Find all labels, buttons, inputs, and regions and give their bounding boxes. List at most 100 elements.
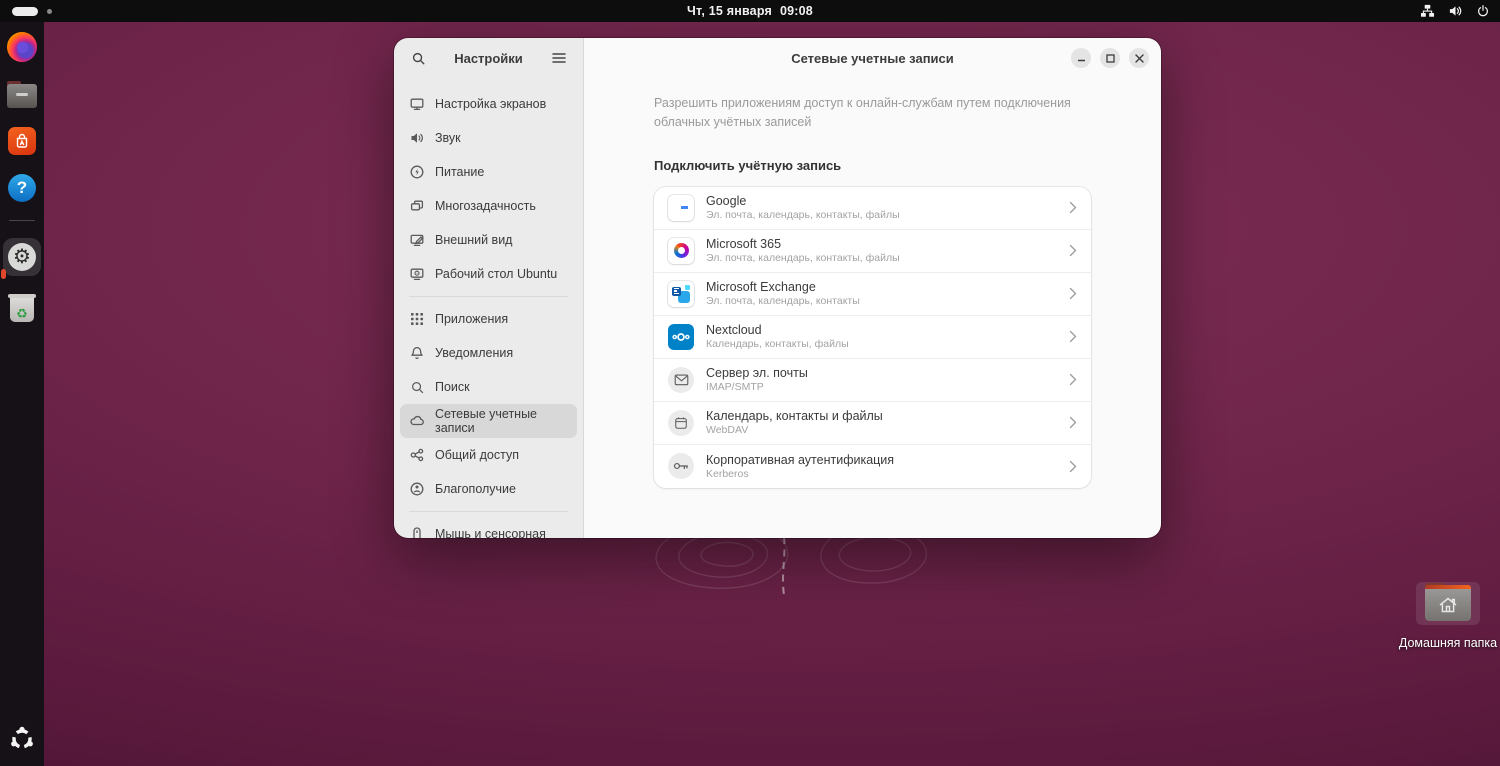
sidebar-item-online-accounts[interactable]: Сетевые учетные записи [400,404,577,438]
menu-button[interactable] [547,46,571,70]
sidebar-item-label: Многозадачность [435,199,536,213]
account-name: Корпоративная аутентификация [706,453,894,467]
account-desc: Kerberos [706,468,894,480]
sidebar-item-ubuntu-desktop[interactable]: Рабочий стол Ubuntu [400,257,577,291]
chevron-right-icon [1069,460,1077,473]
sidebar-item-appearance[interactable]: Внешний вид [400,223,577,257]
clock[interactable]: Чт, 15 января 09:08 [0,0,1500,22]
gear-icon: ⚙ [8,243,36,271]
account-desc: IMAP/SMTP [706,381,808,393]
chevron-right-icon [1069,373,1077,386]
microsoft-365-icon [668,238,694,264]
volume-icon [1448,4,1463,18]
multitasking-icon [409,198,425,214]
chevron-right-icon [1069,416,1077,429]
home-folder-desktop-icon[interactable]: Домашняя папка [1398,582,1498,650]
search-icon [409,379,425,395]
account-name: Nextcloud [706,323,849,337]
network-icon [1420,4,1435,18]
bell-icon [409,345,425,361]
wallpaper-contours [545,537,1025,615]
top-bar: Чт, 15 января 09:08 [0,0,1500,22]
files-icon[interactable] [7,79,37,109]
sidebar-item-label: Рабочий стол Ubuntu [435,267,557,281]
titlebar[interactable]: Сетевые учетные записи [584,38,1161,78]
show-apps-icon[interactable] [7,724,37,754]
chevron-right-icon [1069,244,1077,257]
share-icon [409,447,425,463]
accounts-card: Google Эл. почта, календарь, контакты, ф… [654,187,1091,488]
mouse-icon [409,526,425,538]
panel-content: Разрешить приложениям доступ к онлайн-сл… [584,78,1161,488]
sidebar-item-displays[interactable]: Настройка экранов [400,87,577,121]
sidebar-item-notifications[interactable]: Уведомления [400,336,577,370]
account-name: Google [706,194,900,208]
dock-separator [9,220,35,221]
clock-date: Чт, 15 января [687,4,772,18]
account-row-microsoft-exchange[interactable]: Microsoft Exchange Эл. почта, календарь,… [654,273,1091,316]
sidebar-item-power[interactable]: Питание [400,155,577,189]
account-desc: Эл. почта, календарь, контакты, файлы [706,209,900,221]
sidebar-item-apps[interactable]: Приложения [400,302,577,336]
sidebar-item-multitasking[interactable]: Многозадачность [400,189,577,223]
sidebar-divider [409,296,568,297]
sidebar-item-label: Питание [435,165,484,179]
account-row-nextcloud[interactable]: Nextcloud Календарь, контакты, файлы [654,316,1091,359]
close-button[interactable] [1129,48,1149,68]
settings-window: Настройки Настройка экранов [394,38,1161,538]
settings-icon[interactable]: ⚙ [3,238,41,276]
sidebar-item-label: Внешний вид [435,233,512,247]
account-desc: WebDAV [706,424,883,436]
account-name: Сервер эл. почты [706,366,808,380]
panel-description: Разрешить приложениям доступ к онлайн-сл… [654,94,1084,132]
sidebar-item-label: Настройка экранов [435,97,546,111]
google-icon [668,195,694,221]
maximize-button[interactable] [1100,48,1120,68]
microsoft-exchange-icon [668,281,694,307]
recycle-icon: ♻ [10,294,34,322]
desktop-screen: Чт, 15 января 09:08 [0,0,1500,766]
account-name: Microsoft 365 [706,237,900,251]
sidebar-item-label: Сетевые учетные записи [435,407,568,435]
sidebar-item-search[interactable]: Поиск [400,370,577,404]
clock-time: 09:08 [780,4,813,18]
account-row-google[interactable]: Google Эл. почта, календарь, контакты, ф… [654,187,1091,230]
wellbeing-icon [409,481,425,497]
sidebar-item-wellbeing[interactable]: Благополучие [400,472,577,506]
minimize-button[interactable] [1071,48,1091,68]
sidebar-item-mouse[interactable]: Мышь и сенсорная [400,517,577,538]
system-status-area[interactable] [1420,0,1490,22]
sidebar-item-sound[interactable]: Звук [400,121,577,155]
app-center-icon[interactable] [7,126,37,156]
account-row-mail-server[interactable]: Сервер эл. почты IMAP/SMTP [654,359,1091,402]
home-folder-icon [1416,582,1480,625]
nextcloud-icon [668,324,694,350]
window-title: Сетевые учетные записи [791,51,954,66]
sidebar-item-sharing[interactable]: Общий доступ [400,438,577,472]
firefox-icon[interactable] [7,32,37,62]
sidebar-item-label: Уведомления [435,346,513,360]
running-indicator-dot [1,269,6,279]
house-icon [1437,595,1459,615]
sidebar-list: Настройка экранов Звук [394,78,583,538]
sidebar-item-label: Поиск [435,380,470,394]
appearance-icon [409,232,425,248]
chevron-right-icon [1069,330,1077,343]
search-button[interactable] [406,46,430,70]
sidebar-item-label: Благополучие [435,482,516,496]
sidebar-item-label: Звук [435,131,461,145]
speaker-icon [409,130,425,146]
account-desc: Календарь, контакты, файлы [706,338,849,350]
trash-icon[interactable]: ♻ [7,293,37,323]
account-name: Microsoft Exchange [706,280,860,294]
account-row-microsoft-365[interactable]: Microsoft 365 Эл. почта, календарь, конт… [654,230,1091,273]
sidebar-title: Настройки [430,51,547,66]
account-row-kerberos[interactable]: Корпоративная аутентификация Kerberos [654,445,1091,488]
sidebar-item-label: Общий доступ [435,448,519,462]
account-name: Календарь, контакты и файлы [706,409,883,423]
account-row-webdav[interactable]: Календарь, контакты и файлы WebDAV [654,402,1091,445]
section-title: Подключить учётную запись [654,158,1091,173]
help-icon[interactable]: ? [7,173,37,203]
settings-sidebar: Настройки Настройка экранов [394,38,584,538]
sidebar-divider [409,511,568,512]
